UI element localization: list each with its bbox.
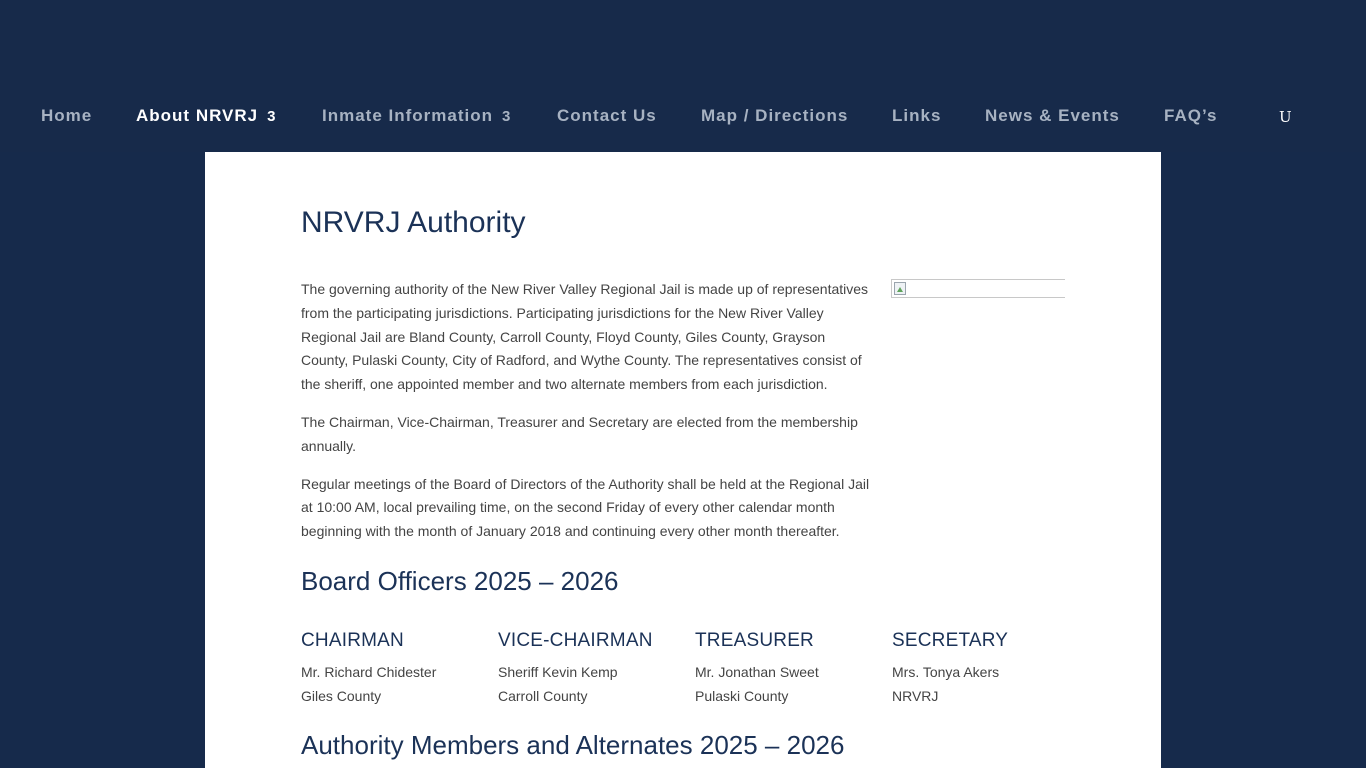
officer-jurisdiction: Pulaski County xyxy=(695,688,789,704)
officer-jurisdiction: Giles County xyxy=(301,688,382,704)
search-icon[interactable]: U xyxy=(1279,108,1292,126)
officer-role: TREASURER xyxy=(695,630,814,651)
chevron-down-icon: 3 xyxy=(502,108,512,125)
officer-vice-chairman: VICE-CHAIRMAN Sheriff Kevin Kemp Carroll… xyxy=(498,630,688,708)
officer-name: Sheriff Kevin Kemp xyxy=(498,664,618,680)
officer-jurisdiction: Carroll County xyxy=(498,688,588,704)
nav-item-inmate-information[interactable]: Inmate Information 3 xyxy=(322,106,511,126)
nav-item-faqs[interactable]: FAQ’s xyxy=(1164,106,1218,126)
main-content: NRVRJ Authority The governing authority … xyxy=(205,152,1161,768)
main-nav: Home About NRVRJ 3 Inmate Information 3 Co… xyxy=(0,100,1366,132)
officer-chairman: CHAIRMAN Mr. Richard Chidester Giles Cou… xyxy=(301,630,491,708)
nav-item-about[interactable]: About NRVRJ 3 xyxy=(136,106,276,126)
officer-name: Mr. Richard Chidester xyxy=(301,664,437,680)
paragraph: Regular meetings of the Board of Directo… xyxy=(301,475,870,540)
nav-item-home[interactable]: Home xyxy=(41,106,92,126)
nav-item-news-events[interactable]: News & Events xyxy=(985,106,1120,126)
officer-jurisdiction: NRVRJ xyxy=(892,688,939,704)
officer-treasurer: TREASURER Mr. Jonathan Sweet Pulaski Cou… xyxy=(695,630,885,708)
page-title: NRVRJ Authority xyxy=(301,206,526,239)
broken-image xyxy=(891,279,1065,298)
officer-role: SECRETARY xyxy=(892,630,1009,651)
officer-name: Mr. Jonathan Sweet xyxy=(695,664,819,680)
officer-role: CHAIRMAN xyxy=(301,630,404,651)
nav-item-links[interactable]: Links xyxy=(892,106,941,126)
broken-image-icon xyxy=(894,282,906,295)
intro-text: The governing authority of the New River… xyxy=(301,278,873,558)
site-header: Home About NRVRJ 3 Inmate Information 3 Co… xyxy=(0,0,1366,152)
officer-secretary: SECRETARY Mrs. Tonya Akers NRVRJ xyxy=(892,630,1082,708)
chevron-down-icon: 3 xyxy=(267,108,277,125)
members-title: Authority Members and Alternates 2025 – … xyxy=(301,730,845,760)
nav-item-map-directions[interactable]: Map / Directions xyxy=(701,106,848,126)
officer-name: Mrs. Tonya Akers xyxy=(892,664,1000,680)
nav-item-contact-us[interactable]: Contact Us xyxy=(557,106,657,126)
paragraph: The Chairman, Vice-Chairman, Treasurer a… xyxy=(301,413,858,454)
officer-role: VICE-CHAIRMAN xyxy=(498,630,653,651)
board-officers-title: Board Officers 2025 – 2026 xyxy=(301,566,619,596)
paragraph: The governing authority of the New River… xyxy=(301,281,869,393)
